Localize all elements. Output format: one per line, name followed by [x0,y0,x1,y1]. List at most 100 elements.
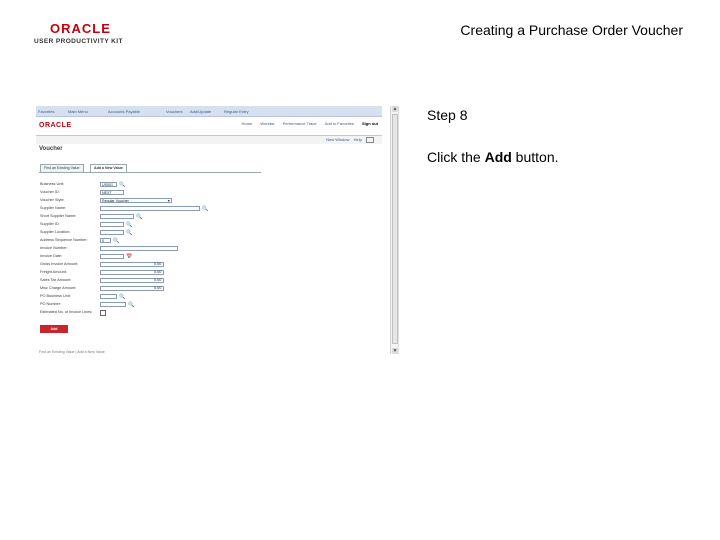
freight-amount-label: Freight Amount: [40,270,67,274]
supplier-location-lookup-icon[interactable]: 🔍 [126,230,132,236]
form-row-freight-amount: Freight Amount: 0.00 [40,270,260,277]
form-row-estimated-invoice-lines: Estimated No. of Invoice Lines: [40,310,260,317]
form-row-sales-tax-amount: Sales Tax Amount: 0.00 [40,278,260,285]
breadcrumb-accounts-payable[interactable]: Accounts Payable [108,109,140,114]
customize-page-icon[interactable] [366,137,374,143]
subbar-links: New Window Help [326,137,374,143]
supplier-id-label: Supplier ID: [40,222,60,226]
logo-oracle-text: ORACLE [50,21,111,36]
short-supplier-name-label: Short Supplier Name: [40,214,77,218]
po-business-unit-label: PO Business Unit: [40,294,71,298]
footer-links[interactable]: Find an Existing Value | Add a New Value [39,350,105,354]
short-supplier-name-lookup-icon[interactable]: 🔍 [136,214,142,220]
home-link[interactable]: Home [242,121,253,126]
freight-amount-value: 0.00 [154,270,162,274]
supplier-id-lookup-icon[interactable]: 🔍 [126,222,132,228]
brand-links: Home Worklist Performance Trace Add to F… [235,121,378,126]
gross-invoice-amount-value: 0.00 [154,262,162,266]
tab-panel-divider [39,172,261,173]
estimated-invoice-lines-checkbox[interactable] [100,310,106,316]
po-number-label: PO Number: [40,302,62,306]
breadcrumb-vouchers[interactable]: Vouchers [166,109,183,114]
scroll-down-icon[interactable]: ▼ [392,348,398,354]
logo-upk-text: USER PRODUCTIVITY KIT [34,38,123,45]
voucher-id-label: Voucher ID: [40,190,60,194]
brand-bar: ORACLE Home Worklist Performance Trace A… [36,117,382,136]
gross-invoice-amount-label: Gross Invoice Amount: [40,262,79,266]
form-row-supplier-id: Supplier ID: 🔍 [40,222,260,229]
supplier-name-input[interactable] [100,206,200,211]
business-unit-input[interactable]: US001 [100,182,117,187]
form-row-misc-charge-amount: Misc Charge Amount: 0.00 [40,286,260,293]
add-to-favorites-link[interactable]: Add to Favorites [325,121,354,126]
address-sequence-lookup-icon[interactable]: 🔍 [113,238,119,244]
form-row-supplier-location: Supplier Location: 🔍 [40,230,260,237]
supplier-name-label: Supplier Name: [40,206,67,210]
form-row-voucher-style: Voucher Style: Regular Voucher ▼ [40,198,260,205]
form-row-invoice-date: Invoice Date: 📅 [40,254,260,261]
add-button[interactable]: Add [40,325,68,333]
supplier-id-input[interactable] [100,222,124,227]
invoice-number-label: Invoice Number: [40,246,68,250]
invoice-number-input[interactable] [100,246,178,251]
form-row-po-business-unit: PO Business Unit: 🔍 [40,294,260,301]
form-row-po-number: PO Number: 🔍 [40,302,260,309]
new-window-link[interactable]: New Window [326,137,349,142]
business-unit-label: Business Unit: [40,182,65,186]
voucher-id-input[interactable]: NEXT [100,190,124,195]
worklist-link[interactable]: Worklist [260,121,274,126]
po-business-unit-input[interactable] [100,294,117,299]
address-sequence-input[interactable]: 0 [100,238,111,243]
form-row-short-supplier-name: Short Supplier Name: 🔍 [40,214,260,221]
form-row-business-unit: Business Unit: US001 🔍 [40,182,260,189]
invoice-date-label: Invoice Date: [40,254,63,258]
misc-charge-amount-value: 0.00 [154,286,162,290]
application-screenshot: Favorites Main Menu Accounts Payable Vou… [36,106,399,354]
oracle-upk-logo: ORACLE USER PRODUCTIVITY KIT [34,22,123,45]
form-row-supplier-name: Supplier Name: 🔍 [40,206,260,213]
form-row-voucher-id: Voucher ID: NEXT [40,190,260,197]
chevron-down-icon[interactable]: ▼ [167,199,170,203]
short-supplier-name-input[interactable] [100,214,134,219]
po-business-unit-lookup-icon[interactable]: 🔍 [119,294,125,300]
invoice-date-input[interactable] [100,254,124,259]
help-link[interactable]: Help [354,137,362,142]
instruction-text-before: Click the [427,149,485,165]
breadcrumb-regular-entry[interactable]: Regular Entry [224,109,248,114]
voucher-style-select[interactable]: Regular Voucher [100,198,172,203]
breadcrumb-add-update[interactable]: Add/Update [190,109,211,114]
sales-tax-amount-value: 0.00 [154,278,162,282]
form-row-invoice-number: Invoice Number: [40,246,260,253]
step-instruction: Click the Add button. [427,149,559,165]
scrollbar-thumb[interactable] [392,114,398,344]
form-row-gross-invoice-amount: Gross Invoice Amount: 0.00 [40,262,260,269]
business-unit-lookup-icon[interactable]: 🔍 [119,182,125,188]
po-number-lookup-icon[interactable]: 🔍 [128,302,134,308]
tab-add-new-value[interactable]: Add a New Value [90,164,127,172]
breadcrumb: Favorites Main Menu Accounts Payable Vou… [36,106,382,117]
voucher-title: Voucher [39,146,63,152]
vertical-scrollbar[interactable]: ▲ ▼ [390,106,398,354]
misc-charge-amount-label: Misc Charge Amount: [40,286,77,290]
scroll-up-icon[interactable]: ▲ [392,106,398,112]
breadcrumb-main-menu[interactable]: Main Menu [68,109,88,114]
estimated-invoice-lines-label: Estimated No. of Invoice Lines: [40,310,93,314]
po-number-input[interactable] [100,302,126,307]
tab-find-existing-value[interactable]: Find an Existing Value [40,164,84,172]
supplier-name-lookup-icon[interactable]: 🔍 [202,206,208,212]
page-title: Creating a Purchase Order Voucher [460,22,683,38]
brand-logo: ORACLE [39,122,72,129]
voucher-style-label: Voucher Style: [40,198,65,202]
address-sequence-label: Address Sequence Number: [40,238,88,242]
sign-out-link[interactable]: Sign out [362,121,378,126]
sub-bar: New Window Help [36,136,382,144]
form-row-address-sequence: Address Sequence Number: 0 🔍 [40,238,260,245]
instruction-text-after: button. [511,149,559,165]
calendar-icon[interactable]: 📅 [126,254,132,260]
supplier-location-label: Supplier Location: [40,230,71,234]
performance-trace-link[interactable]: Performance Trace [283,121,317,126]
instruction-text-bold: Add [484,149,512,165]
supplier-location-input[interactable] [100,230,124,235]
breadcrumb-favorites[interactable]: Favorites [38,109,54,114]
sales-tax-amount-label: Sales Tax Amount: [40,278,72,282]
